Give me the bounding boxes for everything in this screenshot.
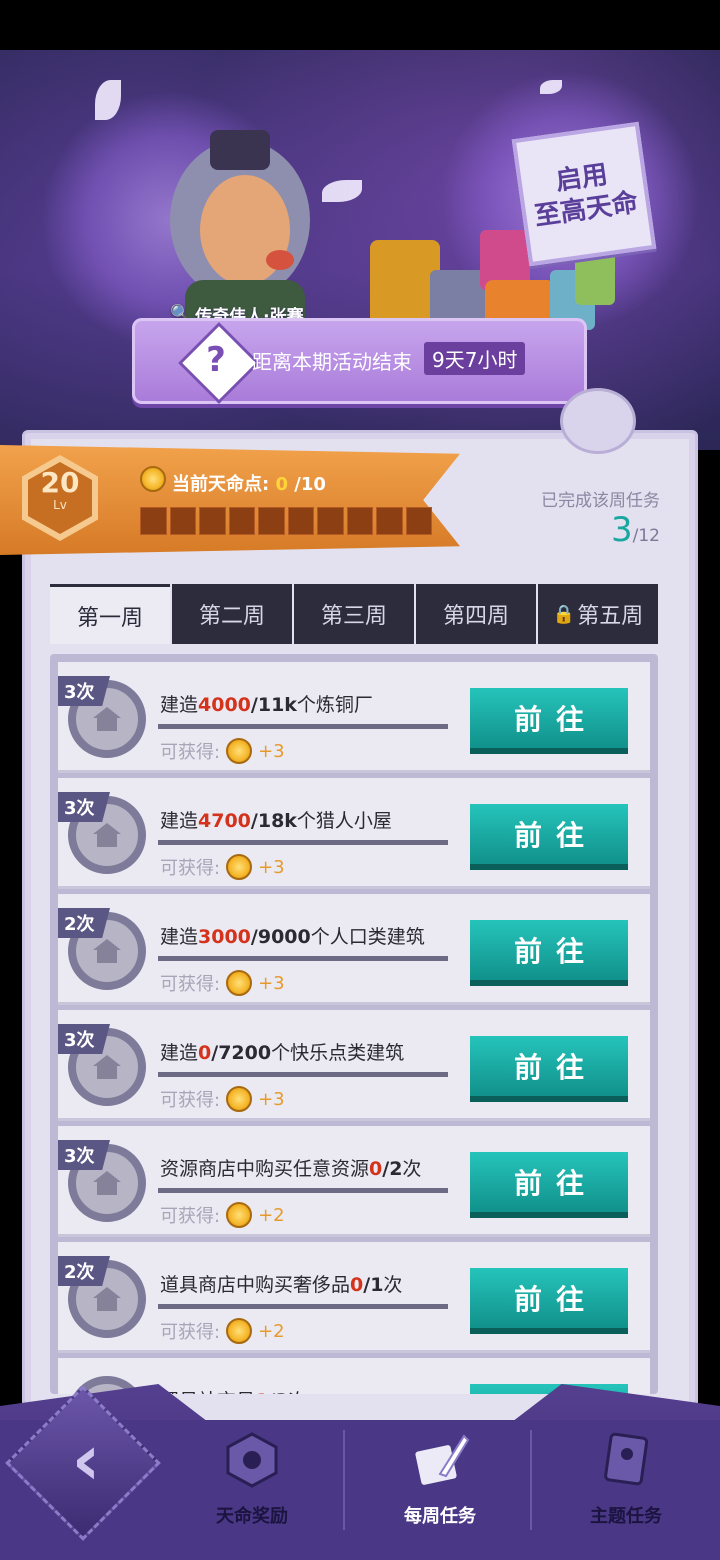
task-repeat-badge: 3次 (58, 1024, 110, 1054)
nav-destiny-rewards[interactable]: 天命奖励 (172, 1430, 332, 1540)
destiny-coin-icon (226, 1318, 253, 1344)
task-progress-bar (158, 1072, 448, 1077)
tab-week-5[interactable]: 🔒 第五周 (538, 584, 658, 644)
task-progress-bar (158, 724, 448, 729)
go-button[interactable]: 前往 (470, 1036, 628, 1102)
nav-weekly-tasks[interactable]: 每周任务 (360, 1430, 520, 1540)
nav-theme-tasks[interactable]: 主题任务 (546, 1430, 706, 1540)
task-reward: 可获得: +3 (160, 970, 285, 996)
task-row: 2次建造3000/9000个人口类建筑可获得: +3 前往 (58, 894, 650, 1005)
progress-segment (169, 507, 196, 535)
task-progress-fill (158, 1304, 448, 1309)
house-icon (93, 939, 121, 963)
book-icon (604, 1432, 649, 1486)
destiny-coin-icon (226, 1086, 253, 1112)
paper-clip-decoration (560, 388, 636, 454)
supreme-destiny-button[interactable]: 启用 至高天命 (511, 121, 657, 267)
task-progress-bar (158, 956, 448, 961)
task-title: 建造0/7200个快乐点类建筑 (160, 1042, 405, 1064)
progress-segment (140, 507, 167, 535)
destiny-coin-icon (140, 466, 166, 492)
level-value: 20 (40, 466, 80, 499)
go-button[interactable]: 前往 (470, 804, 628, 870)
task-reward: 可获得: +3 (160, 738, 285, 764)
task-row: 3次资源商店中购买任意资源0/2次可获得: +2 前往 (58, 1126, 650, 1237)
destiny-points-progress (140, 507, 432, 535)
app-screen: 🔍 传奇伟人·张骞 启用 至高天命 ? 距离本期活动结束 9天7小时 20 Lv… (0, 0, 720, 1560)
lock-icon: 🔒 (552, 603, 576, 625)
task-progress-fill (158, 1072, 448, 1077)
task-row: 3次建造0/7200个快乐点类建筑可获得: +3 前往 (58, 1010, 650, 1121)
tab-week-1[interactable]: 第一周 (50, 584, 170, 644)
destiny-coin-icon (226, 854, 253, 880)
nav-divider (530, 1430, 532, 1530)
nav-divider (343, 1430, 345, 1530)
money-bag-icon (93, 1287, 121, 1311)
progress-segment (287, 507, 314, 535)
tab-week-4[interactable]: 第四周 (416, 584, 536, 644)
progress-segment (346, 507, 373, 535)
task-title: 建造4000/11k个炼铜厂 (160, 694, 373, 716)
hexagon-target-icon (226, 1432, 278, 1488)
go-button[interactable]: 前往 (470, 1268, 628, 1334)
progress-segment (376, 507, 403, 535)
tab-week-3[interactable]: 第三周 (294, 584, 414, 644)
progress-segment (317, 507, 344, 535)
task-repeat-badge: 2次 (58, 908, 110, 938)
tab-week-2[interactable]: 第二周 (172, 584, 292, 644)
status-bar (0, 0, 720, 50)
week-tabs: 第一周 第二周 第三周 第四周 🔒 第五周 (50, 584, 658, 644)
chevron-left-icon: ‹ (71, 1419, 101, 1501)
question-mark-glyph: ? (206, 340, 226, 380)
progress-segment (199, 507, 226, 535)
destiny-coin-icon (226, 738, 253, 764)
level-unit: Lv (53, 498, 67, 512)
task-row: 3次建造4700/18k个猎人小屋可获得: +3 前往 (58, 778, 650, 889)
task-repeat-badge: 2次 (58, 1256, 110, 1286)
timer-value: 9天7小时 (424, 342, 526, 375)
task-title: 资源商店中购买任意资源0/2次 (160, 1158, 422, 1180)
progress-segment (258, 507, 285, 535)
progress-segment (405, 507, 432, 535)
task-progress-bar (158, 840, 448, 845)
task-progress-fill (158, 724, 448, 729)
event-timer: ? 距离本期活动结束 9天7小时 (132, 318, 587, 405)
go-button[interactable]: 前往 (470, 1152, 628, 1218)
task-progress-bar (158, 1188, 448, 1193)
weekly-done-count: 3/12 (611, 510, 660, 550)
weekly-done-label: 已完成该周任务 (541, 491, 660, 511)
task-progress-fill (158, 956, 448, 961)
destiny-coin-icon (226, 970, 253, 996)
task-repeat-badge: 3次 (58, 1140, 110, 1170)
task-row: 3次建造4000/11k个炼铜厂可获得: +3 前往 (58, 662, 650, 773)
timer-label: 距离本期活动结束 (252, 350, 412, 374)
task-title: 贸易站交易1/3次 (160, 1386, 307, 1394)
task-reward: 可获得: +2 (160, 1318, 285, 1344)
money-bag-icon (93, 1171, 121, 1195)
task-reward: 可获得: +2 (160, 1202, 285, 1228)
go-button[interactable]: 前往 (470, 688, 628, 754)
house-icon (93, 707, 121, 731)
task-row: 2次道具商店中购买奢侈品0/1次可获得: +2 前往 (58, 1242, 650, 1353)
go-button[interactable]: 前往 (470, 920, 628, 986)
destiny-coin-icon (226, 1202, 253, 1228)
task-progress-bar (158, 1304, 448, 1309)
task-reward: 可获得: +3 (160, 1086, 285, 1112)
progress-segment (228, 507, 255, 535)
task-progress-fill (158, 840, 448, 845)
house-icon (93, 823, 121, 847)
task-title: 建造3000/9000个人口类建筑 (160, 926, 425, 948)
destiny-points: 当前天命点: 0 /10 (172, 474, 326, 495)
task-reward: 可获得: +3 (160, 854, 285, 880)
task-repeat-badge: 3次 (58, 676, 110, 706)
quill-scroll-icon (415, 1434, 470, 1485)
task-progress-fill (158, 1188, 448, 1193)
task-repeat-badge: 3次 (58, 792, 110, 822)
task-title: 建造4700/18k个猎人小屋 (160, 810, 392, 832)
task-list[interactable]: 3次 建造4000/11k个炼铜厂 可获得: +3 前往 3次 建造4700/18k个猎人小… (50, 654, 658, 1394)
house-icon (93, 1055, 121, 1079)
task-title: 道具商店中购买奢侈品0/1次 (160, 1274, 403, 1296)
